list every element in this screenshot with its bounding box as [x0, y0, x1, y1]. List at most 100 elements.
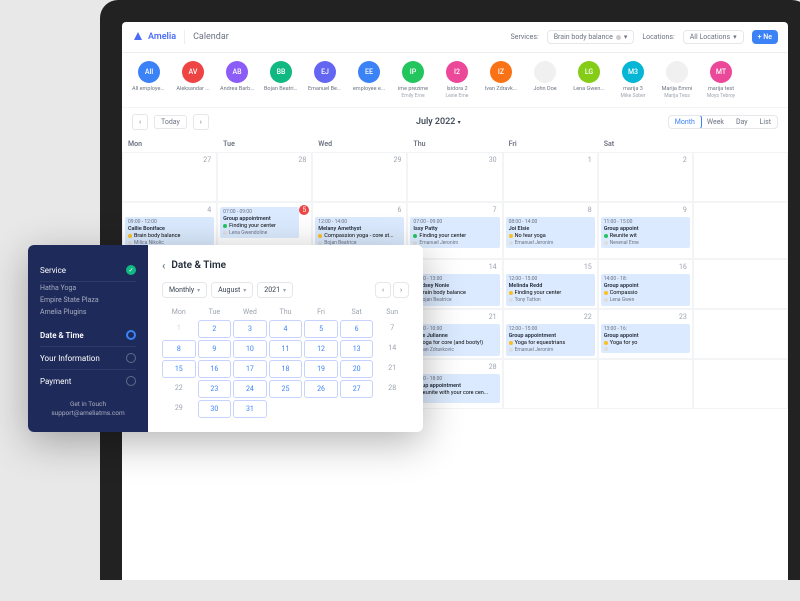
- mini-day[interactable]: 11: [269, 340, 303, 358]
- calendar-event[interactable]: 13:00 - 16: Group appoint Yoga for yo: [601, 324, 690, 353]
- mini-day[interactable]: 4: [269, 320, 303, 338]
- mini-day[interactable]: 9: [198, 340, 232, 358]
- calendar-event[interactable]: 12:00 - 15:00 Melinda Redd Finding your …: [506, 274, 595, 305]
- mini-day[interactable]: 3: [233, 320, 267, 338]
- employee-chip[interactable]: MTmarija testMoys Tebroy: [704, 61, 738, 99]
- calendar-cell[interactable]: [598, 359, 693, 409]
- mini-day[interactable]: 17: [233, 360, 267, 378]
- calendar-cell[interactable]: 1614:00 - 18: Group appoint Compassio Le…: [598, 259, 693, 309]
- calendar-event[interactable]: 07:00 - 09:00 Issy Patty Finding your ce…: [410, 217, 499, 248]
- calendar-cell[interactable]: [503, 359, 598, 409]
- calendar-cell[interactable]: [693, 359, 788, 409]
- mini-day[interactable]: 31: [233, 400, 267, 418]
- calendar-event[interactable]: 12:00 - 14:00 Melany Amethyst Compassion…: [315, 217, 404, 248]
- back-icon[interactable]: ‹: [162, 259, 165, 272]
- employee-chip[interactable]: BBBojan Beatrice: [264, 61, 298, 99]
- mini-day[interactable]: 15: [162, 360, 196, 378]
- event-title: Melany Amethyst: [318, 226, 401, 233]
- calendar-cell[interactable]: 27: [122, 152, 217, 202]
- mini-next-button[interactable]: ›: [393, 282, 409, 298]
- mini-day[interactable]: 27: [340, 380, 374, 398]
- calendar-cell[interactable]: [693, 259, 788, 309]
- mini-day[interactable]: 19: [304, 360, 338, 378]
- mini-day[interactable]: 18: [269, 360, 303, 378]
- employee-chip[interactable]: LGLena Gwen...: [572, 61, 606, 99]
- brand-logo[interactable]: Amelia: [132, 31, 176, 43]
- mini-prev-button[interactable]: ‹: [375, 282, 391, 298]
- step-information[interactable]: Your Information: [40, 347, 136, 370]
- employee-chip[interactable]: M3marija 3Mike Sober: [616, 61, 650, 99]
- step-datetime[interactable]: Date & Time: [40, 324, 136, 347]
- calendar-cell[interactable]: 2212:00 - 15:00 Group appointment Yoga f…: [503, 309, 598, 359]
- day-number: 5: [299, 205, 309, 215]
- employee-chip[interactable]: ABAndrea Barber: [220, 61, 254, 99]
- employee-chip[interactable]: Marija EmmiMarija Tess: [660, 61, 694, 99]
- day-number: 28: [220, 155, 309, 165]
- mini-day[interactable]: 30: [198, 400, 232, 418]
- mini-day[interactable]: 8: [162, 340, 196, 358]
- calendar-cell[interactable]: 2313:00 - 16: Group appoint Yoga for yo: [598, 309, 693, 359]
- mini-day[interactable]: 20: [340, 360, 374, 378]
- view-month[interactable]: Month: [668, 115, 702, 129]
- event-title: Group appoint: [604, 283, 687, 290]
- calendar-cell[interactable]: 808:00 - 14:00 Joi Elsie No fear yoga Em…: [503, 202, 598, 259]
- mini-day[interactable]: 23: [198, 380, 232, 398]
- employee-chip[interactable]: AllAll employees: [132, 61, 166, 99]
- month-label[interactable]: July 2022 ▾: [416, 117, 461, 127]
- mini-day[interactable]: 2: [198, 320, 232, 338]
- calendar-cell[interactable]: 2: [598, 152, 693, 202]
- calendar-cell[interactable]: 30: [407, 152, 502, 202]
- calendar-event[interactable]: 17:00 - 18:00 Group appointment Reunite …: [410, 374, 499, 403]
- locations-select[interactable]: All Locations▾: [683, 30, 744, 44]
- employee-chip[interactable]: IPime prezimeEmily Erne: [396, 61, 430, 99]
- mini-day[interactable]: 12: [304, 340, 338, 358]
- mini-day[interactable]: 24: [233, 380, 267, 398]
- month-select[interactable]: August▾: [211, 282, 253, 298]
- employee-chip[interactable]: AVAleksandar ...: [176, 61, 210, 99]
- calendar-cell[interactable]: 911:00 - 15:00 Group appoint Reunite wit…: [598, 202, 693, 259]
- event-service: Reunite wit: [604, 233, 687, 240]
- calendar-event[interactable]: 14:00 - 18: Group appoint Compassio Lena…: [601, 274, 690, 305]
- calendar-event[interactable]: 12:00 - 15:00 Group appointment Yoga for…: [506, 324, 595, 355]
- employee-chips: AllAll employees AVAleksandar ... ABAndrea…: [122, 53, 788, 108]
- mini-day[interactable]: 25: [269, 380, 303, 398]
- calendar-cell[interactable]: [693, 152, 788, 202]
- calendar-cell[interactable]: [693, 309, 788, 359]
- calendar-event[interactable]: 09:00 - 12:00 Callie Boniface Brain body…: [125, 217, 214, 248]
- calendar-cell[interactable]: 28: [217, 152, 312, 202]
- employee-chip[interactable]: John Doe: [528, 61, 562, 99]
- step-payment[interactable]: Payment: [40, 370, 136, 392]
- calendar-cell[interactable]: [693, 202, 788, 259]
- calendar-cell[interactable]: 1512:00 - 15:00 Melinda Redd Finding you…: [503, 259, 598, 309]
- employee-chip[interactable]: I2Isidora 2Lexie Erne: [440, 61, 474, 99]
- calendar-cell[interactable]: 1: [503, 152, 598, 202]
- employee-chip[interactable]: IZIvan Zdravk...: [484, 61, 518, 99]
- view-day[interactable]: Day: [730, 116, 754, 128]
- mini-day[interactable]: 10: [233, 340, 267, 358]
- calendar-event[interactable]: 07:00 - 09:00 Group appointment Finding …: [220, 207, 299, 238]
- calendar-event[interactable]: 10:00 - 13:00 Lyndsey Nonie Brain body b…: [410, 274, 499, 305]
- view-week[interactable]: Week: [701, 116, 730, 128]
- prev-button[interactable]: ‹: [132, 114, 148, 130]
- mini-day[interactable]: 5: [304, 320, 338, 338]
- locations-label: Locations:: [642, 33, 674, 41]
- employee-chip[interactable]: EJEmanuel Beatrice: [308, 61, 342, 99]
- new-button[interactable]: + Ne: [752, 30, 778, 44]
- next-button[interactable]: ›: [193, 114, 209, 130]
- mini-day[interactable]: 13: [340, 340, 374, 358]
- employee-chip[interactable]: EEemployee e...: [352, 61, 386, 99]
- calendar-event[interactable]: 08:00 - 14:00 Joi Elsie No fear yoga Ema…: [506, 217, 595, 248]
- calendar-event[interactable]: 09:00 - 10:00 Lane Julianne Yoga for cor…: [410, 324, 499, 355]
- recurrence-select[interactable]: Monthly▾: [162, 282, 207, 298]
- mini-day[interactable]: 6: [340, 320, 374, 338]
- view-list[interactable]: List: [754, 116, 777, 128]
- calendar-event[interactable]: 11:00 - 15:00 Group appoint Reunite wit …: [601, 217, 690, 248]
- step-service[interactable]: Service ✓: [40, 259, 136, 282]
- widget-main: ‹ Date & Time Monthly▾ August▾ 2021▾ ‹ ›…: [148, 245, 423, 432]
- mini-day[interactable]: 16: [198, 360, 232, 378]
- services-select[interactable]: Brain body balance▾: [547, 30, 635, 44]
- calendar-cell[interactable]: 29: [312, 152, 407, 202]
- year-select[interactable]: 2021▾: [257, 282, 293, 298]
- mini-day[interactable]: 26: [304, 380, 338, 398]
- today-button[interactable]: Today: [154, 115, 187, 129]
